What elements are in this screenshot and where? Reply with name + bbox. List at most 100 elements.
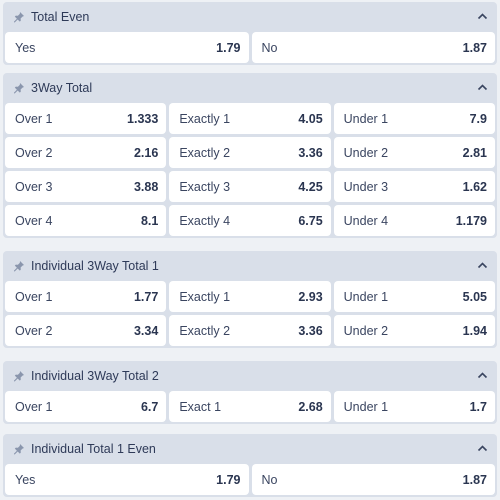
outcome-label: Yes	[15, 472, 36, 487]
outcome-odd: 2.16	[133, 145, 159, 160]
outcome-odd: 7.9	[469, 111, 487, 126]
outcome-yes[interactable]: Yes 1.79	[5, 464, 249, 495]
pin-icon[interactable]	[13, 370, 25, 382]
outcome-odd: 1.87	[462, 472, 487, 487]
market-individual-3way-total-1: Individual 3Way Total 1 Over 1 1.77 Exact…	[3, 251, 497, 348]
outcome-odd: 8.1	[140, 213, 159, 228]
outcome-under-2[interactable]: Under 2 2.81	[333, 137, 495, 168]
outcome-label: Over 3	[15, 179, 53, 194]
outcome-under-1[interactable]: Under 1 5.05	[333, 281, 495, 312]
outcome-over-1[interactable]: Over 1 1.77	[5, 281, 167, 312]
market-title: 3Way Total	[31, 81, 93, 95]
outcome-odd: 2.93	[298, 289, 323, 304]
outcome-odd: 1.179	[455, 213, 487, 228]
outcome-label: Under 2	[343, 145, 389, 160]
outcome-label: Over 2	[15, 323, 53, 338]
market-individual-3way-total-2: Individual 3Way Total 2 Over 1 6.7 Exact …	[3, 361, 497, 424]
outcome-under-4[interactable]: Under 4 1.179	[333, 205, 495, 236]
outcome-odd: 4.05	[298, 111, 323, 126]
outcome-odd: 6.7	[140, 399, 159, 414]
pin-icon[interactable]	[13, 443, 25, 455]
outcome-odd: 3.36	[298, 323, 323, 338]
outcome-exactly-1[interactable]: Exactly 1 4.05	[169, 103, 331, 134]
outcome-label: Under 4	[343, 213, 389, 228]
market-3way-total: 3Way Total Over 1 1.333 Exactly 1 4.05 Und…	[3, 73, 497, 238]
outcome-exactly-2[interactable]: Exactly 2 3.36	[169, 315, 331, 346]
outcome-label: Exactly 2	[179, 145, 231, 160]
pin-icon[interactable]	[13, 11, 25, 23]
outcome-label: Over 1	[15, 399, 53, 414]
outcome-over-2[interactable]: Over 2 2.16	[5, 137, 167, 168]
outcome-label: Under 1	[343, 289, 389, 304]
outcome-exactly-2[interactable]: Exactly 2 3.36	[169, 137, 331, 168]
chevron-up-icon[interactable]	[477, 443, 488, 454]
outcome-odd: 3.36	[298, 145, 323, 160]
outcome-label: Over 1	[15, 289, 53, 304]
outcome-label: Over 4	[15, 213, 53, 228]
outcome-label: Exactly 1	[179, 111, 231, 126]
outcome-label: Exactly 4	[179, 213, 231, 228]
pin-icon[interactable]	[13, 260, 25, 272]
outcome-no[interactable]: No 1.87	[251, 32, 495, 63]
chevron-up-icon[interactable]	[477, 11, 488, 22]
outcome-odd: 1.77	[133, 289, 159, 304]
outcome-yes[interactable]: Yes 1.79	[5, 32, 249, 63]
outcome-odd: 1.333	[127, 111, 159, 126]
market-header[interactable]: Total Even	[3, 2, 497, 32]
outcome-label: Exactly 2	[179, 323, 231, 338]
market-header[interactable]: Individual Total 1 Even	[3, 434, 497, 464]
outcome-odd: 6.75	[298, 213, 323, 228]
outcome-label: Exactly 1	[179, 289, 231, 304]
outcome-odd: 2.81	[462, 145, 487, 160]
outcome-under-3[interactable]: Under 3 1.62	[333, 171, 495, 202]
chevron-up-icon[interactable]	[477, 82, 488, 93]
market-individual-total-1-even: Individual Total 1 Even Yes 1.79 No 1.87	[3, 434, 497, 497]
market-header[interactable]: Individual 3Way Total 2	[3, 361, 497, 391]
outcome-exact-1[interactable]: Exact 1 2.68	[169, 391, 331, 422]
outcome-odd: 1.79	[216, 472, 241, 487]
outcome-odd: 1.87	[462, 40, 487, 55]
outcome-over-1[interactable]: Over 1 1.333	[5, 103, 167, 134]
outcome-under-2[interactable]: Under 2 1.94	[333, 315, 495, 346]
outcome-label: Under 1	[343, 399, 389, 414]
market-title: Individual Total 1 Even	[31, 442, 156, 456]
outcome-under-1[interactable]: Under 1 7.9	[333, 103, 495, 134]
outcome-exactly-1[interactable]: Exactly 1 2.93	[169, 281, 331, 312]
outcome-odd: 1.79	[216, 40, 241, 55]
outcome-over-4[interactable]: Over 4 8.1	[5, 205, 167, 236]
market-title: Individual 3Way Total 1	[31, 259, 159, 273]
chevron-up-icon[interactable]	[477, 370, 488, 381]
outcome-odd: 1.62	[462, 179, 487, 194]
chevron-up-icon[interactable]	[477, 260, 488, 271]
market-header[interactable]: 3Way Total	[3, 73, 497, 103]
outcome-odd: 4.25	[298, 179, 323, 194]
outcome-over-1[interactable]: Over 1 6.7	[5, 391, 167, 422]
outcome-label: Over 2	[15, 145, 53, 160]
outcome-odd: 1.7	[469, 399, 487, 414]
outcome-over-2[interactable]: Over 2 3.34	[5, 315, 167, 346]
outcome-label: Under 3	[343, 179, 389, 194]
market-title: Total Even	[31, 10, 90, 24]
outcome-over-3[interactable]: Over 3 3.88	[5, 171, 167, 202]
outcome-no[interactable]: No 1.87	[251, 464, 495, 495]
outcome-odd: 3.34	[133, 323, 159, 338]
market-header[interactable]: Individual 3Way Total 1	[3, 251, 497, 281]
outcome-label: Under 1	[343, 111, 389, 126]
market-title: Individual 3Way Total 2	[31, 369, 159, 383]
outcome-under-1[interactable]: Under 1 1.7	[333, 391, 495, 422]
outcome-label: Exactly 3	[179, 179, 231, 194]
outcome-label: Over 1	[15, 111, 53, 126]
outcome-odd: 5.05	[462, 289, 487, 304]
outcome-exactly-4[interactable]: Exactly 4 6.75	[169, 205, 331, 236]
outcome-label: Yes	[15, 40, 36, 55]
market-total-even: Total Even Yes 1.79 No 1.87	[3, 2, 497, 65]
outcome-odd: 1.94	[462, 323, 487, 338]
pin-icon[interactable]	[13, 82, 25, 94]
outcome-label: No	[261, 40, 278, 55]
outcome-odd: 2.68	[298, 399, 323, 414]
outcome-label: No	[261, 472, 278, 487]
outcome-label: Under 2	[343, 323, 389, 338]
outcome-label: Exact 1	[179, 399, 222, 414]
outcome-odd: 3.88	[133, 179, 159, 194]
outcome-exactly-3[interactable]: Exactly 3 4.25	[169, 171, 331, 202]
